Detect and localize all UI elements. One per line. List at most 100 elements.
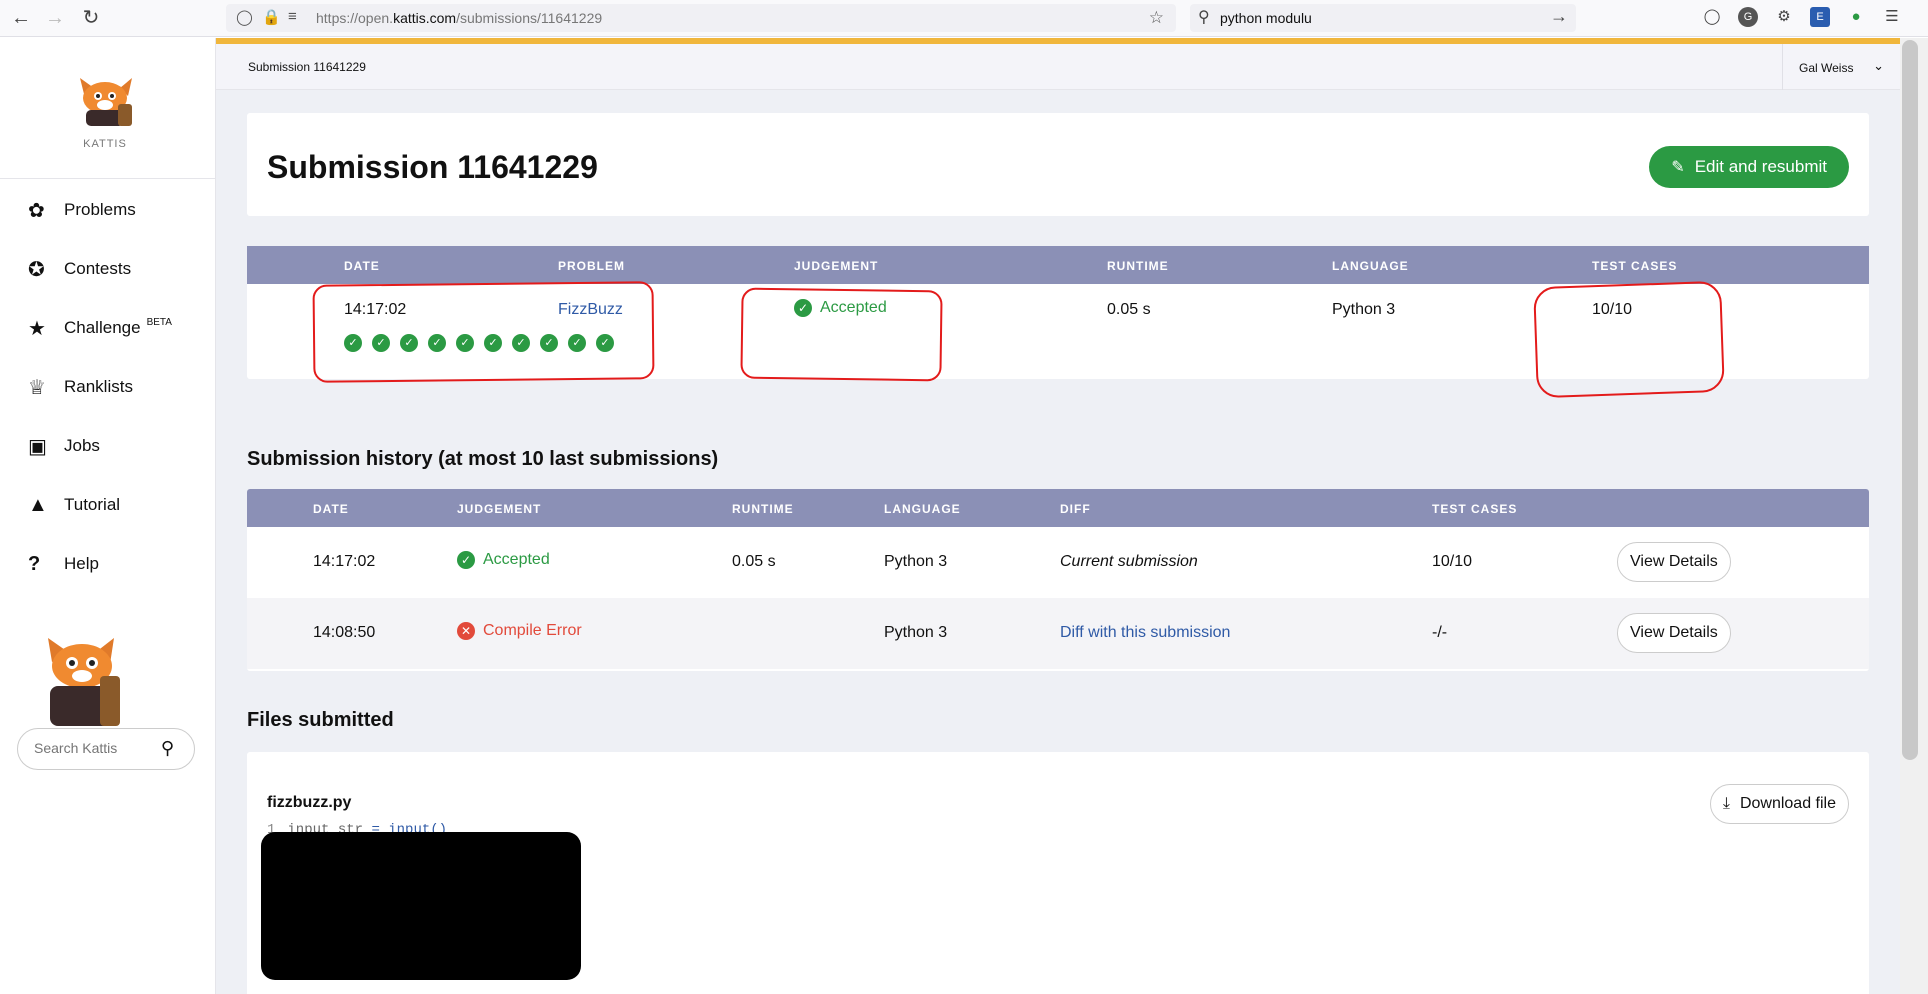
annotation-circle-test-cases xyxy=(1533,280,1725,399)
annotation-circle-date-problem xyxy=(312,281,655,383)
chevron-down-icon: ⌄ xyxy=(1873,58,1884,73)
download-file-button[interactable]: ⤓ Download file xyxy=(1709,784,1849,824)
error-circle-icon: ✕ xyxy=(457,622,475,640)
summary-runtime: 0.05 s xyxy=(1107,301,1151,318)
row-test-cases: 10/10 xyxy=(1432,553,1473,570)
col-date: DATE xyxy=(344,259,380,273)
diff-link[interactable]: Diff with this submission xyxy=(1060,624,1230,642)
permissions-icon[interactable]: ≡ xyxy=(288,8,297,25)
logo-text: KATTIS xyxy=(83,138,127,150)
pocket-icon[interactable]: ◯ xyxy=(1702,7,1722,27)
grammarly-icon[interactable]: G xyxy=(1738,7,1758,27)
browser-search-bar[interactable]: ⚲ python modulu → xyxy=(1190,4,1576,32)
kattis-search-input[interactable] xyxy=(34,740,154,756)
col-judgement: JUDGEMENT xyxy=(794,259,879,273)
files-title: Files submitted xyxy=(247,709,394,731)
top-bar: Submission 11641229 Gal Weiss ⌄ xyxy=(216,44,1900,90)
user-menu[interactable]: Gal Weiss ⌄ xyxy=(1782,44,1900,90)
beta-badge: BETA xyxy=(146,316,172,328)
row-test-cases: -/- xyxy=(1432,624,1448,641)
trophy-icon: ♕ xyxy=(28,376,46,399)
kattis-mascot-image xyxy=(48,638,120,726)
row-judgement: ✓ Accepted xyxy=(457,551,550,569)
edit-resubmit-button[interactable]: ✎ Edit and resubmit xyxy=(1649,146,1849,188)
edit-resubmit-label: Edit and resubmit xyxy=(1694,157,1827,176)
row-date: 14:08:50 xyxy=(313,624,376,641)
judgement-text: Accepted xyxy=(483,551,550,569)
url-text: https://open.kattis.com/submissions/1164… xyxy=(316,10,603,26)
sidebar-divider xyxy=(0,178,216,179)
browser-search-text: python modulu xyxy=(1220,10,1312,26)
col-judgement: JUDGEMENT xyxy=(457,502,542,516)
annotation-circle-judgement xyxy=(740,287,943,382)
sidebar-item-label: Challenge xyxy=(64,318,141,337)
table-row: 14:17:02 ✓ Accepted 0.05 s Python 3 Curre… xyxy=(247,527,1869,598)
summary-table-header: DATE PROBLEM JUDGEMENT RUNTIME LANGUAGE … xyxy=(247,246,1869,284)
row-language: Python 3 xyxy=(884,553,948,570)
back-arrow-icon[interactable]: ← xyxy=(8,6,34,30)
extension-green-icon[interactable]: ● xyxy=(1846,7,1866,27)
brain-icon: ✿ xyxy=(28,199,45,222)
history-title: Submission history (at most 10 last subm… xyxy=(247,448,719,470)
judgement-text: Compile Error xyxy=(483,622,582,640)
sidebar-item-label: Help xyxy=(64,554,99,573)
col-language: LANGUAGE xyxy=(884,502,961,516)
kattis-search[interactable]: ⚲ xyxy=(17,728,195,770)
browser-toolbar: ← → ↻ ◯ 🔒 ≡ https://open.kattis.com/subm… xyxy=(0,0,1928,37)
address-bar[interactable]: ◯ 🔒 ≡ https://open.kattis.com/submission… xyxy=(226,4,1176,32)
col-runtime: RUNTIME xyxy=(732,502,794,516)
medal-icon: ✪ xyxy=(28,258,45,281)
shield-icon[interactable]: ◯ xyxy=(236,8,253,26)
view-details-button[interactable]: View Details xyxy=(1617,613,1731,653)
sidebar: KATTIS ✿ Problems ✪ Contests ★ Challenge… xyxy=(0,38,216,994)
edit-icon: ✎ xyxy=(1671,159,1685,176)
sidebar-item-label: Problems xyxy=(64,200,136,219)
sidebar-item-tutorial[interactable]: ▲ Tutorial xyxy=(28,490,120,520)
redacted-code xyxy=(261,832,581,980)
search-icon: ⚲ xyxy=(1198,9,1210,26)
sidebar-item-contests[interactable]: ✪ Contests xyxy=(28,254,131,284)
graduation-cap-icon: ▲ xyxy=(28,493,48,516)
lock-icon[interactable]: 🔒 xyxy=(262,8,281,26)
sidebar-item-help[interactable]: ? Help xyxy=(28,549,99,579)
briefcase-icon: ▣ xyxy=(28,435,47,458)
reload-icon[interactable]: ↻ xyxy=(78,6,104,30)
breadcrumb[interactable]: Submission 11641229 xyxy=(248,60,366,74)
history-table-header: DATE JUDGEMENT RUNTIME LANGUAGE DIFF TES… xyxy=(247,489,1869,527)
go-arrow-icon[interactable]: → xyxy=(1550,6,1568,27)
search-icon[interactable]: ⚲ xyxy=(161,738,174,759)
sidebar-item-label: Contests xyxy=(64,259,132,278)
table-row: 14:08:50 ✕ Compile Error Python 3 Diff wi… xyxy=(247,598,1869,669)
extension-blue-icon[interactable]: E xyxy=(1810,7,1830,27)
col-language: LANGUAGE xyxy=(1332,259,1409,273)
sidebar-item-challenge[interactable]: ★ Challenge BETA xyxy=(28,313,172,343)
user-name: Gal Weiss xyxy=(1799,61,1854,75)
sidebar-item-label: Jobs xyxy=(64,436,100,455)
col-problem: PROBLEM xyxy=(558,259,625,273)
col-test-cases: TEST CASES xyxy=(1432,502,1518,516)
page-title: Submission 11641229 xyxy=(267,149,598,185)
question-icon: ? xyxy=(28,552,41,575)
bookmark-star-icon[interactable]: ☆ xyxy=(1149,8,1164,28)
col-date: DATE xyxy=(313,502,349,516)
scrollbar-thumb[interactable] xyxy=(1902,40,1918,760)
view-details-button[interactable]: View Details xyxy=(1617,542,1731,582)
submission-header-card: Submission 11641229 ✎ Edit and resubmit xyxy=(247,113,1869,216)
summary-language: Python 3 xyxy=(1332,301,1396,318)
sidebar-item-problems[interactable]: ✿ Problems xyxy=(28,195,136,225)
files-card: fizzbuzz.py ⤓ Download file 1 input_str =… xyxy=(247,752,1869,994)
extensions-icon[interactable]: ⚙ xyxy=(1774,7,1794,27)
sidebar-item-ranklists[interactable]: ♕ Ranklists xyxy=(28,372,133,402)
col-runtime: RUNTIME xyxy=(1107,259,1169,273)
check-circle-icon: ✓ xyxy=(457,551,475,569)
sidebar-item-label: Ranklists xyxy=(64,377,133,396)
col-diff: DIFF xyxy=(1060,502,1091,516)
menu-icon[interactable]: ☰ xyxy=(1882,7,1902,27)
star-icon: ★ xyxy=(28,317,46,340)
download-label: Download file xyxy=(1739,795,1836,812)
row-diff: Current submission xyxy=(1060,553,1198,570)
kattis-logo[interactable] xyxy=(72,76,138,128)
file-name: fizzbuzz.py xyxy=(267,794,352,811)
sidebar-item-jobs[interactable]: ▣ Jobs xyxy=(28,431,100,461)
forward-arrow-icon[interactable]: → xyxy=(42,6,68,30)
